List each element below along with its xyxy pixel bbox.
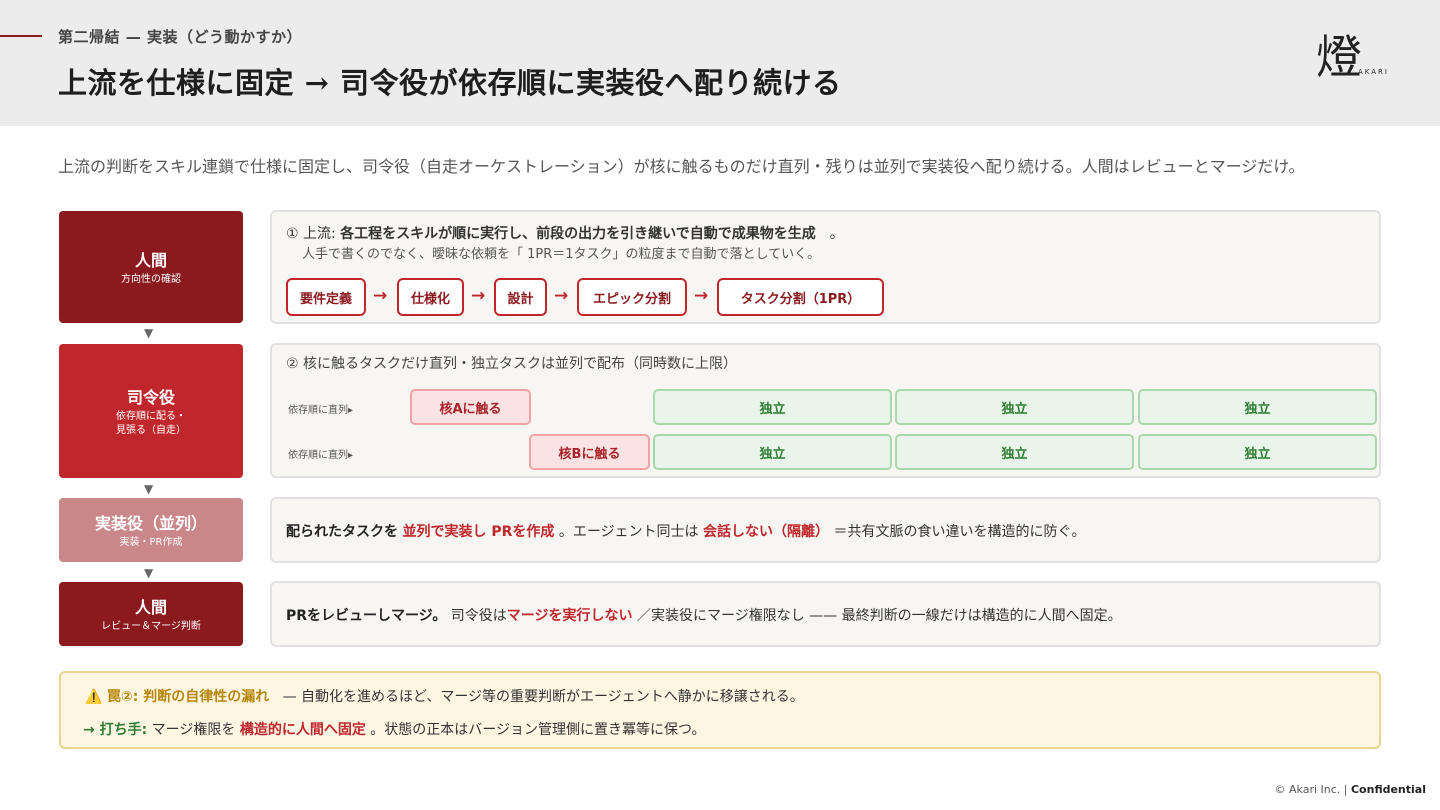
down-arrow-icon: ▼ [144,326,154,340]
section-eyebrow: 第二帰結 — 実装（どう動かすか） [58,28,302,46]
upstream-panel: ① 上流: 各工程をスキルが順に実行し、前段の出力を引き継いで自動で成果物を生成… [270,210,1381,324]
role-sub: レビュー＆マージ判断 [101,621,201,632]
step-requirements: 要件定義 [286,278,366,316]
role-implementer: 実装役（並列） 実装・PR作成 [59,498,243,562]
countermeasure-emphasis: 構造的に人間へ固定 [239,722,366,738]
upstream-note: 人手で書くのでなく、曖昧な依頼を「 1PR＝1タスク」の粒度まで自動で落としてい… [302,247,821,262]
logo-glyph: 燈 [1316,30,1362,84]
lane-label: 依存順に直列▸ [288,450,354,461]
implement-panel: 配られたタスクを 並列で実装し PRを作成 。エージェント同士は 会話しない（隔… [270,497,1381,563]
step-spec: 仕様化 [397,278,464,316]
down-arrow-icon: ▼ [144,482,154,496]
dispatch-title: ② 核に触るタスクだけ直列・独立タスクは並列で配布（同時数に上限） [286,356,737,372]
implement-t2: 並列で実装し PRを作成 [402,524,555,540]
role-name: 司令役 [126,388,175,407]
slide-subtitle: 上流の判断をスキル連鎖で仕様に固定し、司令役（自走オーケストレーション）が核に触… [58,157,1305,176]
akari-logo: 燈 AKARI [1316,34,1406,90]
independent-task: 独立 [1138,389,1377,425]
warning-icon: ⚠️ [85,689,103,705]
page-title: 上流を仕様に固定 → 司令役が依存順に実装役へ配り続ける [58,66,842,100]
warning-box: ⚠️ 罠②: 判断の自律性の漏れ — 自動化を進めるほど、マージ等の重要判断がエ… [59,671,1381,749]
review-t3: マージを実行しない [506,608,633,624]
review-t4: ／実装役にマージ権限なし —— 最終判断の一線だけは構造的に人間へ固定。 [636,608,1122,624]
role-name: 人間 [134,598,167,617]
role-commander: 司令役 依存順に配る・ 見張る（自走） [59,344,243,478]
arrow-right-icon: → [471,286,486,306]
independent-task: 独立 [895,389,1134,425]
step-task-split: タスク分割（1PR） [717,278,884,316]
independent-task: 独立 [653,434,892,470]
arrow-right-icon: → [554,286,569,306]
implement-text: 配られたタスクを 並列で実装し PRを作成 。エージェント同士は 会話しない（隔… [286,521,1085,541]
role-sub: 実装・PR作成 [119,537,183,548]
core-task-b: 核Bに触る [529,434,650,470]
implement-t4: 会話しない（隔離） [703,524,830,540]
logo-text: AKARI [1358,68,1389,76]
review-t2: 司令役は [450,608,507,624]
implement-t5: ＝共有文脈の食い違いを構造的に防ぐ。 [833,524,1086,540]
step-epic-split: エピック分割 [577,278,687,316]
footer-confidential: Confidential [1350,783,1426,796]
dispatch-panel: ② 核に触るタスクだけ直列・独立タスクは並列で配布（同時数に上限） 依存順に直列… [270,343,1381,478]
countermeasure-line: → 打ち手: マージ権限を 構造的に人間へ固定 。状態の正本はバージョン管理側に… [83,719,705,739]
header-accent-line [0,35,42,37]
countermeasure-text: マージ権限を [151,722,236,738]
role-sub: 方向性の確認 [121,274,181,285]
arrow-right-icon: → [373,286,388,306]
independent-task: 独立 [1138,434,1377,470]
upstream-prefix: ① 上流: [286,226,341,242]
footer-copyright: © Akari Inc. | [1274,783,1351,796]
down-arrow-icon: ▼ [144,566,154,580]
independent-task: 独立 [895,434,1134,470]
countermeasure-text-2: 。状態の正本はバージョン管理側に置き冪等に保つ。 [370,722,706,738]
upstream-suffix: 。 [815,226,844,242]
countermeasure-label: → 打ち手: [83,722,148,738]
role-human-direction: 人間 方向性の確認 [59,211,243,323]
core-task-a: 核Aに触る [410,389,531,425]
footer: © Akari Inc. | Confidential [1275,783,1427,796]
header: 第二帰結 — 実装（どう動かすか） 上流を仕様に固定 → 司令役が依存順に実装役… [0,0,1440,126]
implement-t1: 配られたタスクを [286,524,398,540]
role-name: 実装役（並列） [94,514,207,533]
implement-t3: 。エージェント同士は [558,524,699,540]
role-name: 人間 [134,251,167,270]
step-design: 設計 [494,278,547,316]
role-human-review: 人間 レビュー＆マージ判断 [59,582,243,646]
review-text: PRをレビューしマージ。 司令役はマージを実行しない ／実装役にマージ権限なし … [286,605,1122,625]
upstream-title: ① 上流: 各工程をスキルが順に実行し、前段の出力を引き継いで自動で成果物を生成… [286,223,844,243]
role-sub: 依存順に配る・ 見張る（自走） [116,411,186,436]
warning-line: ⚠️ 罠②: 判断の自律性の漏れ — 自動化を進めるほど、マージ等の重要判断がエ… [85,686,804,706]
arrow-right-icon: → [694,286,709,306]
review-panel: PRをレビューしマージ。 司令役はマージを実行しない ／実装役にマージ権限なし … [270,581,1381,647]
independent-task: 独立 [653,389,892,425]
warning-head: 罠②: 判断の自律性の漏れ [106,689,270,705]
lane-label: 依存順に直列▸ [288,405,354,416]
warning-text: — 自動化を進めるほど、マージ等の重要判断がエージェントへ静かに移譲される。 [282,689,804,705]
upstream-bold: 各工程をスキルが順に実行し、前段の出力を引き継いで自動で成果物を生成 [340,226,816,242]
review-t1: PRをレビューしマージ。 [286,608,447,624]
